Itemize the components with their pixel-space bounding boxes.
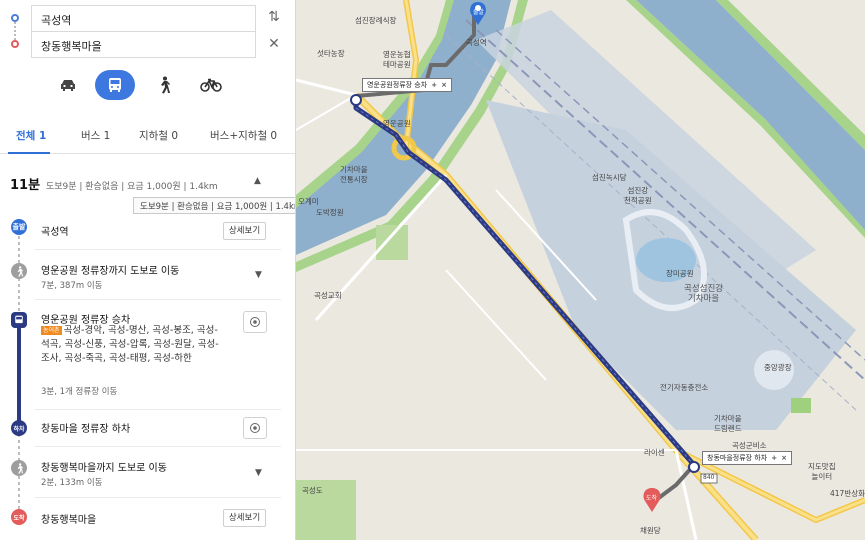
- map-label: 오계미: [298, 197, 319, 206]
- map-label: 영운농협 테마공원: [383, 50, 411, 69]
- board-callout-label: 영운공원정류장 승차: [367, 81, 428, 89]
- alight-alarm-button[interactable]: [243, 417, 267, 439]
- walk2-title: 창동행복마을까지 도보로 이동: [41, 463, 167, 474]
- transport-modes: [48, 70, 238, 100]
- divider: [35, 497, 281, 498]
- clear-icon[interactable]: ✕: [266, 36, 282, 52]
- car-mode-button[interactable]: [48, 70, 88, 100]
- route-duration: 11분: [10, 178, 41, 193]
- bell-icon: [250, 317, 260, 327]
- map-label: 지도맛집 놀이터: [808, 462, 836, 481]
- map-label: 전기자동충전소: [660, 383, 709, 392]
- walk1-sub: 7분, 387m 이동: [41, 281, 103, 291]
- origin-dot-icon: [11, 14, 19, 22]
- active-tab-indicator: [8, 152, 50, 154]
- bus-icon: [109, 78, 121, 92]
- close-callout-icon[interactable]: ×: [781, 452, 787, 464]
- divider: [35, 409, 281, 410]
- map-label: 곡성섬진강 기차마을: [684, 284, 724, 304]
- start-pin-label: 출발: [473, 9, 485, 16]
- bike-mode-button[interactable]: [191, 70, 231, 100]
- tab-all[interactable]: 전체 1: [16, 128, 46, 143]
- destination-row: 창동행복마을: [0, 31, 295, 58]
- collapse-icon[interactable]: ▲: [254, 176, 261, 186]
- map-label: 섬진강 천적공원: [624, 186, 652, 205]
- bus-stop-board: [350, 94, 362, 106]
- destination-input[interactable]: 창동행복마을: [31, 31, 256, 58]
- bus-routes: 농어촌 곡성-경악, 곡성-명산, 곡성-봉조, 곡성-석곡, 곡성-신풍, 곡성…: [41, 324, 225, 366]
- map-label: 섬진녹시당: [592, 173, 627, 182]
- origin-row: 곡성역: [0, 5, 295, 32]
- map-label: 곡성군비소: [732, 441, 767, 450]
- start-title: 곡성역: [41, 227, 69, 238]
- divider: [35, 446, 281, 447]
- destination-dot-icon: [11, 40, 19, 48]
- map-label: 기차마을 전통시장: [340, 165, 368, 184]
- map-label: 중앙광장: [764, 363, 792, 372]
- bus-line: [17, 322, 21, 426]
- map-label: 섬진장례식장: [355, 16, 397, 25]
- board-callout[interactable]: 영운공원정류장 승차 + ×: [362, 78, 452, 92]
- expand-walk1-icon[interactable]: ▼: [255, 270, 262, 280]
- divider: [35, 299, 281, 300]
- divider: [35, 249, 281, 250]
- summary-tooltip: 도보9분 | 환승없음 | 요금 1,000원 | 1.4km: [133, 197, 295, 214]
- transit-mode-button[interactable]: [95, 70, 135, 100]
- walk1-title: 영운공원 정류장까지 도보로 이동: [41, 266, 180, 277]
- alight-callout[interactable]: 창동마을정류장 하차 + ×: [702, 451, 792, 465]
- map-label: 채원당: [640, 526, 661, 535]
- end-title: 창동행복마을: [41, 515, 97, 526]
- map-view[interactable]: 영운공원정류장 승차 + × 창동마을정류장 하차 + × 섬진장례식장 영운농…: [296, 0, 865, 540]
- map-label: 기차마을 드림랜드: [714, 414, 742, 433]
- walk-step-icon: [11, 263, 27, 279]
- tab-bus[interactable]: 버스 1: [81, 128, 110, 143]
- road-number: 840: [703, 474, 715, 481]
- zoom-plus-icon[interactable]: +: [771, 452, 777, 464]
- directions-panel: 곡성역 창동행복마을 ⇅ ✕ 전체 1 버스 1 지하철 0 버스+지하철 0 …: [0, 0, 296, 540]
- route-summary[interactable]: 11분 도보9분 | 환승없음 | 요금 1,000원 | 1.4km: [10, 174, 218, 193]
- map-label: 곡성역: [466, 38, 487, 47]
- origin-input[interactable]: 곡성역: [31, 5, 256, 32]
- bus-route-list: 곡성-경악, 곡성-명산, 곡성-봉조, 곡성-석곡, 곡성-신풍, 곡성-압록…: [41, 325, 219, 364]
- map-label: 라이센: [644, 448, 665, 457]
- map-label: 곡성도: [302, 486, 323, 495]
- bus-step-icon: [11, 312, 27, 328]
- bike-icon: [200, 78, 222, 92]
- zoom-plus-icon[interactable]: +: [431, 79, 437, 91]
- route-type-tabs: 전체 1 버스 1 지하철 0 버스+지하철 0: [0, 118, 295, 154]
- walk-mode-button[interactable]: [144, 70, 184, 100]
- tab-bus-subway[interactable]: 버스+지하철 0: [210, 128, 277, 143]
- app-window: 곡성역 창동행복마을 ⇅ ✕ 전체 1 버스 1 지하철 0 버스+지하철 0 …: [0, 0, 865, 540]
- rural-bus-tag: 농어촌: [41, 326, 62, 335]
- walk-route-2: [654, 463, 696, 502]
- map-label: 곡성교회: [314, 291, 342, 300]
- tab-subway[interactable]: 지하철 0: [139, 128, 178, 143]
- route-details: 도보9분 | 환승없음 | 요금 1,000원 | 1.4km: [45, 182, 218, 192]
- start-detail-button[interactable]: 상세보기: [223, 222, 266, 240]
- bell-icon: [250, 423, 260, 433]
- end-badge: 도착: [11, 509, 27, 525]
- car-icon: [61, 80, 75, 91]
- swap-icon[interactable]: ⇅: [266, 9, 282, 25]
- map-label: 영운공원: [383, 119, 411, 128]
- alight-badge: 하차: [11, 420, 27, 436]
- walk-step-icon: [11, 460, 27, 476]
- map-label: 도박정원: [316, 208, 344, 217]
- map-label: 섯타농장: [317, 49, 345, 58]
- end-detail-button[interactable]: 상세보기: [223, 509, 266, 527]
- bus-stop-alight: [688, 461, 700, 473]
- bus-sub: 3분, 1개 정류장 이동: [41, 387, 118, 397]
- walk-icon: [161, 76, 170, 94]
- map-label: 장미공원: [666, 269, 694, 278]
- close-callout-icon[interactable]: ×: [441, 79, 447, 91]
- alight-title: 창동마을 정류장 하차: [41, 424, 131, 435]
- start-badge: 출발: [11, 219, 27, 235]
- expand-walk2-icon[interactable]: ▼: [255, 468, 262, 478]
- bus-alarm-button[interactable]: [243, 311, 267, 333]
- end-pin-label: 도착: [646, 495, 658, 502]
- walk2-sub: 2분, 133m 이동: [41, 478, 103, 488]
- alight-callout-label: 창동마을정류장 하차: [707, 454, 768, 462]
- map-label: 417반상화: [830, 489, 865, 498]
